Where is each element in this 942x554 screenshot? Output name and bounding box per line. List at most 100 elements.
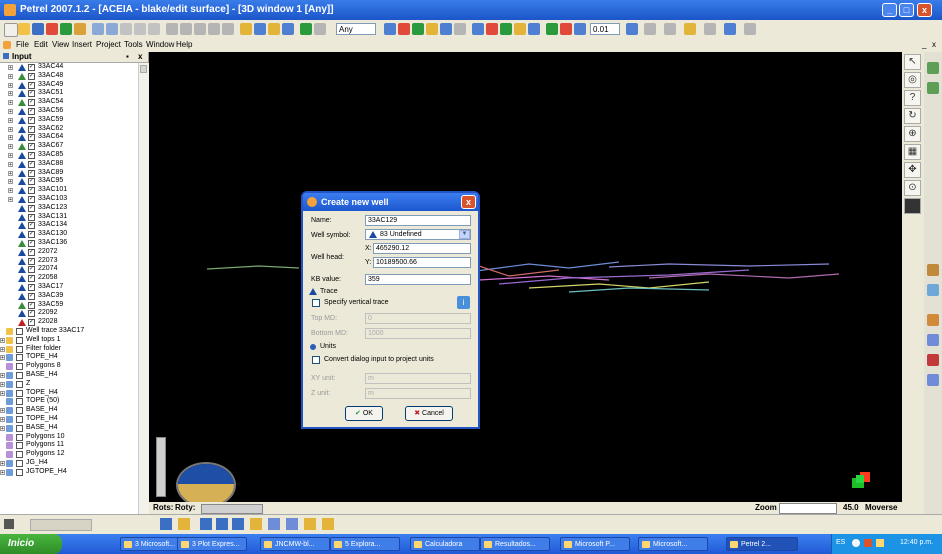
- visibility-checkbox[interactable]: ✓: [28, 301, 35, 309]
- tree-item[interactable]: + ✓ 33AC89: [0, 169, 138, 178]
- visibility-checkbox[interactable]: ✓: [28, 257, 35, 265]
- tree-item[interactable]: Polygons 8: [0, 362, 138, 371]
- tree-item[interactable]: + ✓ 33AC48: [0, 72, 138, 81]
- tree-item[interactable]: + BASE_H4: [0, 424, 138, 433]
- tree-item[interactable]: + ✓ 33AC85: [0, 151, 138, 160]
- taskbar-task-button[interactable]: Microsoft P...: [560, 537, 630, 551]
- taskbar-task-button[interactable]: Petrel 2...: [726, 537, 798, 551]
- name-field[interactable]: 33AC129: [365, 215, 471, 226]
- xy-unit-select[interactable]: m: [365, 373, 471, 384]
- tool-icon[interactable]: [178, 518, 190, 530]
- z-unit-select[interactable]: m: [365, 388, 471, 399]
- pane-close-icon[interactable]: x: [138, 52, 142, 61]
- visibility-checkbox[interactable]: [16, 363, 23, 371]
- copy-icon[interactable]: [134, 23, 146, 35]
- visibility-checkbox[interactable]: ✓: [28, 284, 35, 291]
- visibility-checkbox[interactable]: ✓: [28, 248, 35, 256]
- tool-icon[interactable]: [927, 354, 939, 366]
- tool-icon[interactable]: [180, 23, 192, 35]
- tool-icon[interactable]: [560, 23, 572, 35]
- tool-icon[interactable]: [927, 334, 939, 346]
- tool-icon[interactable]: [216, 518, 228, 530]
- tool-icon[interactable]: [222, 23, 234, 35]
- value-select[interactable]: 0.01: [590, 23, 620, 35]
- tool-icon[interactable]: [927, 284, 939, 296]
- dialog-close-button[interactable]: x: [461, 195, 476, 209]
- visibility-checkbox[interactable]: ✓: [28, 275, 35, 283]
- expand-icon[interactable]: +: [8, 179, 13, 185]
- vertical-exaggeration-slider[interactable]: [156, 437, 166, 497]
- redo-icon[interactable]: [106, 23, 118, 35]
- visibility-checkbox[interactable]: [16, 354, 23, 362]
- visibility-checkbox[interactable]: ✓: [28, 72, 35, 80]
- tree-item[interactable]: + ✓ 33AC103: [0, 195, 138, 204]
- tool-icon[interactable]: [500, 23, 512, 35]
- start-button[interactable]: Inicio: [0, 534, 62, 554]
- tree-item[interactable]: ✓ 22092: [0, 309, 138, 318]
- tree-scrollbar[interactable]: [138, 63, 149, 514]
- taskbar-task-button[interactable]: JNCMW-bl...: [260, 537, 330, 551]
- expand-icon[interactable]: +: [8, 82, 13, 88]
- tree-item[interactable]: Polygons 10: [0, 433, 138, 442]
- top-md-field[interactable]: 0: [365, 313, 471, 324]
- expand-icon[interactable]: +: [8, 161, 13, 167]
- help-icon[interactable]: ?: [904, 90, 921, 106]
- expand-icon[interactable]: +: [0, 469, 5, 475]
- paste-icon[interactable]: [148, 23, 160, 35]
- tree-item[interactable]: + ✓ 33AC44: [0, 63, 138, 72]
- status-tools[interactable]: [30, 519, 92, 531]
- visibility-checkbox[interactable]: ✓: [28, 99, 35, 107]
- tool-icon[interactable]: [704, 23, 716, 35]
- open-folder-icon[interactable]: [18, 23, 30, 35]
- expand-icon[interactable]: +: [8, 109, 13, 115]
- rotate-icon[interactable]: ↻: [904, 108, 921, 124]
- view-tool-icon[interactable]: ⊕: [904, 126, 921, 142]
- tree-item[interactable]: + BASE_H4: [0, 371, 138, 380]
- tree-item[interactable]: ✓ 22073: [0, 257, 138, 266]
- tool-icon[interactable]: [486, 23, 498, 35]
- expand-icon[interactable]: +: [8, 144, 13, 150]
- visibility-checkbox[interactable]: [16, 328, 23, 335]
- tree-item[interactable]: Polygons 11: [0, 441, 138, 450]
- visibility-checkbox[interactable]: ✓: [28, 231, 35, 239]
- menu-help[interactable]: Help: [176, 40, 192, 49]
- well-head-x-field[interactable]: 465290.12: [373, 243, 471, 254]
- tool-icon[interactable]: [684, 23, 696, 35]
- save-icon[interactable]: [32, 23, 44, 35]
- tool-icon[interactable]: [268, 518, 280, 530]
- tool-icon[interactable]: [927, 62, 939, 74]
- expand-icon[interactable]: +: [8, 135, 13, 141]
- expand-icon[interactable]: +: [0, 425, 5, 431]
- expand-icon[interactable]: +: [8, 100, 13, 106]
- window-2d-icon[interactable]: [254, 23, 266, 35]
- tool-icon[interactable]: [927, 314, 939, 326]
- tree-item[interactable]: + Z: [0, 380, 138, 389]
- expand-icon[interactable]: +: [0, 461, 5, 467]
- tree-item[interactable]: + ✓ 33AC62: [0, 125, 138, 134]
- visibility-checkbox[interactable]: ✓: [28, 292, 35, 300]
- tree-item[interactable]: ✓ 33AC17: [0, 283, 138, 292]
- visibility-checkbox[interactable]: [16, 336, 23, 344]
- visibility-checkbox[interactable]: [16, 460, 23, 467]
- visibility-checkbox[interactable]: ✓: [28, 169, 35, 177]
- tree-item[interactable]: + TOPE_H4: [0, 353, 138, 362]
- tool-icon[interactable]: [664, 23, 676, 35]
- menu-window[interactable]: Window: [146, 40, 174, 49]
- bottom-md-field[interactable]: 1000: [365, 328, 471, 339]
- clock[interactable]: 12:40 p.m.: [900, 539, 933, 546]
- tree-item[interactable]: Well trace 33AC17: [0, 327, 138, 336]
- tree-item[interactable]: + Well tops 1: [0, 336, 138, 345]
- 3d-window-viewport[interactable]: [149, 52, 902, 508]
- tool-icon[interactable]: [304, 518, 316, 530]
- expand-icon[interactable]: +: [0, 373, 5, 379]
- visibility-checkbox[interactable]: ✓: [28, 152, 35, 159]
- tool-icon[interactable]: [927, 374, 939, 386]
- expand-icon[interactable]: +: [8, 73, 13, 79]
- tool-icon[interactable]: [440, 23, 452, 35]
- scroll-up-arrow[interactable]: [140, 65, 147, 73]
- visibility-checkbox[interactable]: ✓: [28, 310, 35, 318]
- tool-icon[interactable]: [528, 23, 540, 35]
- tree-item[interactable]: ✓ 33AC39: [0, 292, 138, 301]
- tray-icon[interactable]: [852, 539, 860, 547]
- tree-item[interactable]: + ✓ 33AC54: [0, 98, 138, 107]
